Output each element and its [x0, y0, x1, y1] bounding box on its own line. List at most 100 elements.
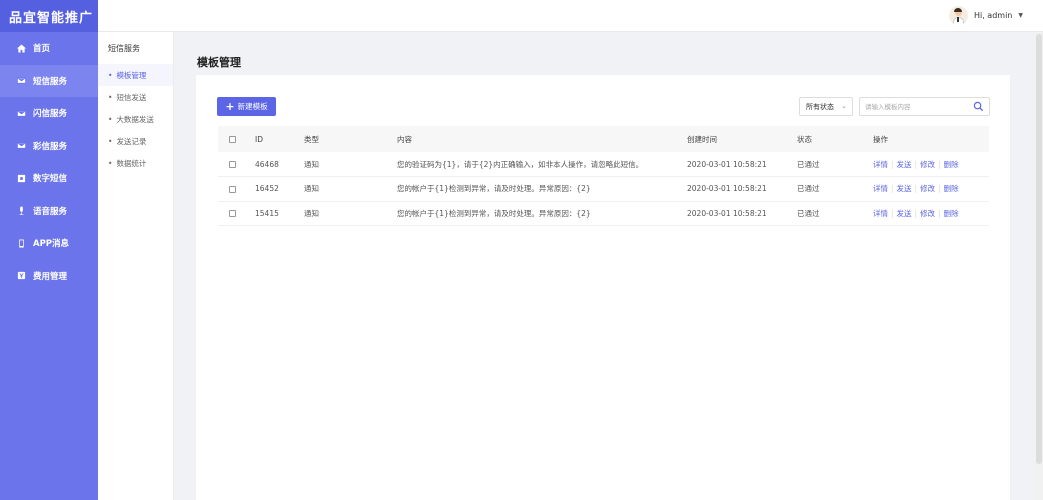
- sub-item-statistics[interactable]: • 数据统计: [98, 152, 173, 174]
- template-table: ID 类型 内容 创建时间 状态 操作 46468 通知 您的验证码为{1}，请…: [218, 126, 989, 226]
- header-content: 内容: [397, 134, 412, 144]
- cell-status: 已通过: [797, 159, 820, 169]
- nav-item-label: 首页: [33, 44, 51, 55]
- nav-item-billing[interactable]: 费用管理: [0, 260, 98, 293]
- sub-sidebar: 短信服务 • 模板管理 • 短信发送 • 大数据发送 • 发送记录 • 数据统计: [98, 32, 174, 500]
- nav-item-label: 短信服务: [33, 76, 68, 87]
- table-header-row: ID 类型 内容 创建时间 状态 操作: [218, 126, 989, 152]
- search-icon[interactable]: [973, 101, 984, 112]
- send-link[interactable]: 发送: [897, 209, 912, 218]
- cell-content: 您的验证码为{1}，请于{2}内正确输入，如非本人操作，请忽略此短信。: [397, 159, 644, 169]
- plus-icon: +: [225, 100, 235, 113]
- nav-item-label: APP消息: [33, 239, 70, 250]
- nav-item-mms[interactable]: 彩信服务: [0, 130, 98, 163]
- sub-sidebar-title: 短信服务: [108, 43, 140, 53]
- table-row: 46468 通知 您的验证码为{1}，请于{2}内正确输入，如非本人操作，请忽略…: [218, 152, 989, 177]
- cell-operations: 详情 | 发送 | 修改 | 删除: [873, 159, 959, 169]
- sub-item-label: 大数据发送: [116, 114, 154, 124]
- sub-item-label: 短信发送: [116, 92, 147, 102]
- detail-link[interactable]: 详情: [873, 209, 888, 218]
- page-title: 模板管理: [197, 56, 241, 69]
- header-id: ID: [255, 134, 263, 144]
- cell-id: 16452: [255, 184, 279, 194]
- nav-item-digital-sms[interactable]: 数字短信: [0, 162, 98, 195]
- nav-item-label: 数字短信: [33, 174, 68, 185]
- sub-item-label: 数据统计: [116, 158, 147, 168]
- edit-link[interactable]: 修改: [920, 184, 935, 193]
- detail-link[interactable]: 详情: [873, 160, 888, 169]
- header-operations: 操作: [873, 134, 888, 144]
- brand-logo[interactable]: 品宜智能推广: [0, 0, 98, 32]
- search-input[interactable]: [860, 98, 970, 115]
- edit-link[interactable]: 修改: [920, 160, 935, 169]
- nav-item-label: 彩信服务: [33, 141, 68, 152]
- nav-item-home[interactable]: 首页: [0, 32, 98, 65]
- row-checkbox[interactable]: [229, 161, 236, 168]
- cell-status: 已通过: [797, 208, 820, 218]
- new-template-button[interactable]: + 新建模板: [217, 97, 276, 116]
- status-filter-value: 所有状态: [806, 102, 834, 111]
- main-content: 模板管理 + 新建模板 所有状态 ⌄ ID 类型 内容 创建时间 状态: [174, 32, 1043, 500]
- row-checkbox[interactable]: [229, 185, 236, 193]
- mail-icon: [16, 141, 26, 151]
- sub-item-template-management[interactable]: • 模板管理: [98, 64, 173, 86]
- search-box: [859, 97, 990, 116]
- cell-created-time: 2020-03-01 10:58:21: [687, 184, 767, 194]
- cell-id: 15415: [255, 208, 279, 218]
- nav-item-app-message[interactable]: APP消息: [0, 227, 98, 260]
- cell-status: 已通过: [797, 184, 820, 194]
- page-scrollbar[interactable]: [1035, 32, 1043, 500]
- detail-link[interactable]: 详情: [873, 184, 888, 193]
- sub-item-sms-send[interactable]: • 短信发送: [98, 86, 173, 108]
- nav-item-label: 闪信服务: [33, 109, 68, 120]
- main-sidebar: 品宜智能推广 首页 短信服务 闪信服务 彩信服务 数字短信 语音服务 APP消息…: [0, 0, 98, 500]
- top-bar: Hi, admin ▼: [98, 0, 1043, 32]
- caret-down-icon: ▼: [1018, 12, 1023, 19]
- header-type: 类型: [304, 134, 319, 144]
- cell-created-time: 2020-03-01 10:58:21: [687, 208, 767, 218]
- edit-link[interactable]: 修改: [920, 209, 935, 218]
- nav-item-sms[interactable]: 短信服务: [0, 64, 98, 97]
- user-greeting: Hi, admin: [973, 11, 1013, 20]
- status-filter-select[interactable]: 所有状态 ⌄: [799, 97, 853, 116]
- sub-item-label: 发送记录: [116, 136, 147, 146]
- cell-operations: 详情 | 发送 | 修改 | 删除: [873, 208, 959, 218]
- delete-link[interactable]: 删除: [944, 209, 959, 218]
- sub-item-label: 模板管理: [116, 70, 147, 80]
- table-row: 15415 通知 您的帐户于{1}检测到异常，请及时处理。异常原因：{2} 20…: [218, 201, 989, 226]
- header-status: 状态: [797, 134, 812, 144]
- sub-item-bigdata-send[interactable]: • 大数据发送: [98, 108, 173, 130]
- nav-item-label: 费用管理: [33, 271, 68, 282]
- cell-type: 通知: [304, 208, 319, 218]
- microphone-icon: [16, 206, 26, 216]
- table-row: 16452 通知 您的帐户于{1}检测到异常，请及时处理。异常原因：{2} 20…: [218, 177, 989, 201]
- scrollbar-thumb[interactable]: [1036, 34, 1042, 464]
- cell-content: 您的帐户于{1}检测到异常，请及时处理。异常原因：{2}: [397, 184, 591, 194]
- cell-id: 46468: [255, 159, 279, 169]
- new-template-label: 新建模板: [237, 102, 268, 111]
- template-panel: + 新建模板 所有状态 ⌄ ID 类型 内容 创建时间 状态 操作: [196, 75, 1010, 500]
- home-icon: [16, 43, 26, 53]
- cell-type: 通知: [304, 184, 319, 194]
- currency-icon: [16, 271, 26, 281]
- cell-created-time: 2020-03-01 10:58:21: [687, 159, 767, 169]
- mail-icon: [16, 108, 26, 118]
- nav-item-label: 语音服务: [33, 206, 68, 217]
- nav-item-flash-sms[interactable]: 闪信服务: [0, 97, 98, 130]
- phone-icon: [16, 238, 26, 248]
- avatar: [948, 6, 968, 25]
- row-checkbox[interactable]: [229, 210, 236, 218]
- select-all-checkbox[interactable]: [229, 136, 236, 143]
- chevron-down-icon: ⌄: [841, 102, 847, 110]
- send-link[interactable]: 发送: [897, 160, 912, 169]
- sub-item-send-records[interactable]: • 发送记录: [98, 130, 173, 152]
- nav-item-voice[interactable]: 语音服务: [0, 195, 98, 228]
- cell-type: 通知: [304, 159, 319, 169]
- send-link[interactable]: 发送: [897, 184, 912, 193]
- delete-link[interactable]: 删除: [944, 160, 959, 169]
- square-icon: [16, 173, 26, 183]
- cell-content: 您的帐户于{1}检测到异常，请及时处理。异常原因：{2}: [397, 208, 591, 218]
- delete-link[interactable]: 删除: [944, 184, 959, 193]
- cell-operations: 详情 | 发送 | 修改 | 删除: [873, 184, 959, 194]
- user-menu[interactable]: Hi, admin ▼: [948, 6, 1023, 25]
